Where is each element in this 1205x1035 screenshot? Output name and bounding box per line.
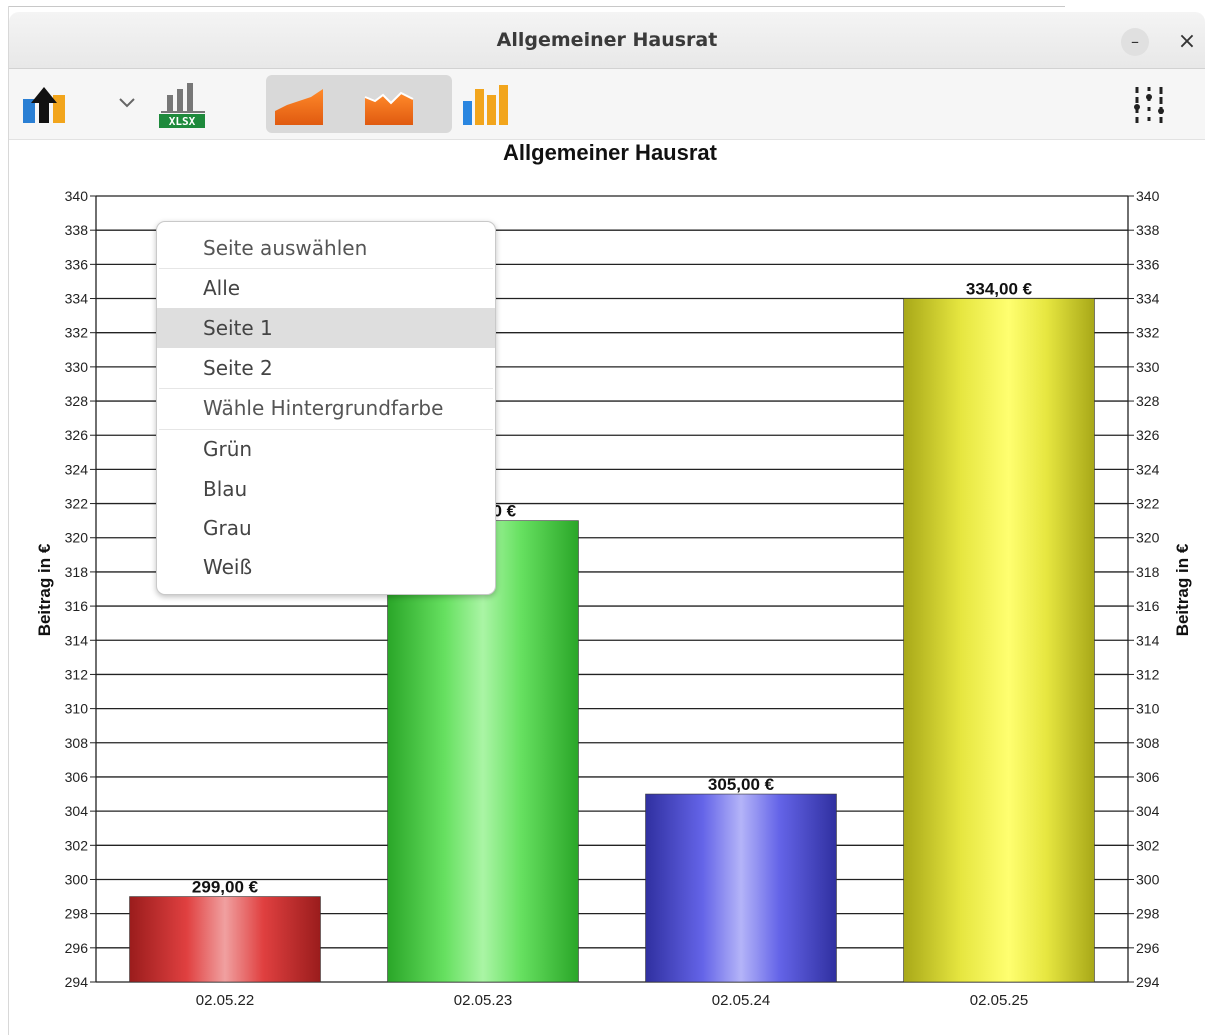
menu-header-background-color: Wähle Hintergrundfarbe — [203, 396, 444, 420]
y-tick-label-right: 302 — [1136, 837, 1160, 853]
menu-separator — [159, 268, 493, 269]
y-tick-label-left: 332 — [65, 325, 89, 341]
y-tick-label-left: 322 — [65, 496, 89, 512]
menu-item-green[interactable]: Grün — [157, 437, 495, 461]
data-label: 334,00 € — [966, 280, 1033, 299]
y-tick-label-right: 294 — [1136, 974, 1160, 990]
y-tick-label-left: 330 — [65, 359, 89, 375]
y-tick-label-left: 310 — [65, 701, 89, 717]
y-tick-label-right: 330 — [1136, 359, 1160, 375]
y-tick-label-left: 336 — [65, 256, 89, 272]
y-tick-label-left: 294 — [65, 974, 89, 990]
bar-02.05.22 — [129, 896, 321, 983]
x-tick-label: 02.05.24 — [712, 992, 770, 1009]
y-tick-label-right: 308 — [1136, 735, 1160, 751]
menu-item-page-2[interactable]: Seite 2 — [157, 356, 495, 380]
y-tick-label-left: 298 — [65, 906, 89, 922]
bar-02.05.25 — [903, 298, 1095, 983]
x-tick-label: 02.05.25 — [970, 992, 1028, 1009]
y-tick-label-right: 310 — [1136, 701, 1160, 717]
y-tick-label-left: 328 — [65, 393, 89, 409]
y-tick-label-right: 340 — [1136, 188, 1160, 204]
menu-item-white[interactable]: Weiß — [157, 555, 495, 579]
y-tick-label-left: 300 — [65, 871, 89, 887]
menu-separator — [159, 388, 493, 389]
y-tick-label-right: 326 — [1136, 427, 1160, 443]
menu-separator — [159, 429, 493, 430]
y-tick-label-left: 318 — [65, 564, 89, 580]
data-label: 299,00 € — [192, 878, 259, 897]
y-tick-label-right: 338 — [1136, 222, 1160, 238]
y-tick-label-left: 326 — [65, 427, 89, 443]
y-axis-label-right: Beitrag in € — [1173, 543, 1192, 636]
y-tick-label-left: 304 — [65, 803, 89, 819]
x-tick-label: 02.05.22 — [196, 992, 254, 1009]
y-tick-label-left: 308 — [65, 735, 89, 751]
y-tick-label-right: 336 — [1136, 256, 1160, 272]
chart-title: Allgemeiner Hausrat — [503, 140, 718, 165]
menu-item-page-1[interactable]: Seite 1 — [157, 308, 495, 348]
menu-header-select-page: Seite auswählen — [203, 236, 368, 260]
y-tick-label-right: 320 — [1136, 530, 1160, 546]
y-tick-label-right: 318 — [1136, 564, 1160, 580]
menu-item-blue[interactable]: Blau — [157, 477, 495, 501]
menu-item-gray[interactable]: Grau — [157, 516, 495, 540]
y-tick-label-left: 306 — [65, 769, 89, 785]
y-tick-label-left: 302 — [65, 837, 89, 853]
data-label: 305,00 € — [708, 775, 775, 794]
x-tick-label: 02.05.23 — [454, 992, 512, 1009]
y-tick-label-right: 300 — [1136, 871, 1160, 887]
y-tick-label-left: 334 — [65, 291, 89, 307]
y-axis-label-left: Beitrag in € — [35, 543, 54, 636]
y-tick-label-left: 338 — [65, 222, 89, 238]
bar-02.05.24 — [645, 793, 837, 983]
context-menu: Seite auswählen Alle Seite 1 Seite 2 Wäh… — [156, 221, 496, 595]
y-tick-label-right: 314 — [1136, 632, 1160, 648]
y-tick-label-left: 320 — [65, 530, 89, 546]
y-tick-label-left: 340 — [65, 188, 89, 204]
y-tick-label-right: 304 — [1136, 803, 1160, 819]
y-tick-label-right: 322 — [1136, 496, 1160, 512]
y-tick-label-right: 306 — [1136, 769, 1160, 785]
y-tick-label-right: 312 — [1136, 666, 1160, 682]
y-tick-label-left: 316 — [65, 598, 89, 614]
y-tick-label-left: 314 — [65, 632, 89, 648]
y-tick-label-right: 332 — [1136, 325, 1160, 341]
y-tick-label-right: 324 — [1136, 461, 1160, 477]
y-tick-label-left: 312 — [65, 666, 89, 682]
y-tick-label-right: 334 — [1136, 291, 1160, 307]
y-tick-label-right: 328 — [1136, 393, 1160, 409]
menu-item-all[interactable]: Alle — [157, 276, 495, 300]
y-tick-label-right: 296 — [1136, 940, 1160, 956]
y-tick-label-right: 316 — [1136, 598, 1160, 614]
y-tick-label-left: 296 — [65, 940, 89, 956]
y-tick-label-right: 298 — [1136, 906, 1160, 922]
y-tick-label-left: 324 — [65, 461, 89, 477]
